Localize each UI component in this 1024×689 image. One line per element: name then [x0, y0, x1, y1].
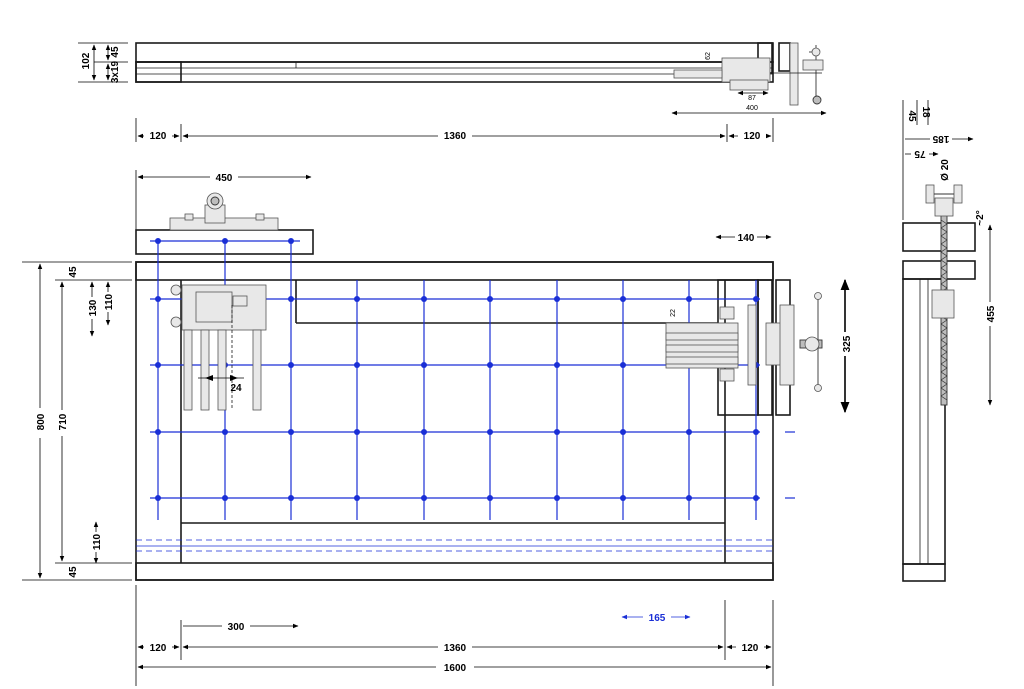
- dog-hole: [354, 495, 360, 501]
- dog-hole: [620, 495, 626, 501]
- dim-45-bottom: 45: [68, 566, 79, 578]
- top-elevation-view: 102 45 3x19 62 87 400 120 1360 120: [78, 42, 827, 142]
- dog-hole: [487, 495, 493, 501]
- dim-800: 800: [36, 413, 47, 430]
- side-foot: [902, 563, 946, 582]
- dog-hole: [155, 495, 161, 501]
- dog-hole: [620, 429, 626, 435]
- dog-hole: [753, 429, 759, 435]
- dim-130: 130: [88, 299, 99, 316]
- dim-120-left-bottom: 120: [150, 643, 167, 654]
- dog-hole: [753, 296, 759, 302]
- dim-2deg: ~2°: [975, 210, 986, 225]
- dog-hole: [554, 296, 560, 302]
- plan-view: 450 24 22 140 325 800 710 45 45 130 110 …: [22, 170, 854, 686]
- dog-hole: [753, 495, 759, 501]
- bench-top-slab: [135, 42, 774, 63]
- dim-45-side: 45: [906, 110, 917, 122]
- dim-140: 140: [738, 233, 755, 244]
- dim-75: 75: [914, 148, 926, 159]
- dim-87: 87: [748, 95, 756, 102]
- dim-110-bottom: 110: [92, 533, 103, 550]
- dim-1360: 1360: [444, 131, 467, 142]
- dim-62: 62: [705, 52, 712, 60]
- dog-hole: [354, 429, 360, 435]
- dim-165: 165: [649, 613, 666, 624]
- dog-hole: [554, 362, 560, 368]
- dog-hole: [686, 429, 692, 435]
- dog-hole: [222, 495, 228, 501]
- vise-jaw-dark: [778, 42, 791, 72]
- dog-hole: [487, 296, 493, 302]
- dog-hole: [288, 296, 294, 302]
- dog-hole: [620, 296, 626, 302]
- dim-400: 400: [746, 105, 758, 112]
- bench-back-rail: [135, 261, 774, 281]
- dog-hole: [288, 429, 294, 435]
- dog-hole: [155, 296, 161, 302]
- dog-hole: [288, 362, 294, 368]
- dim-45: 45: [110, 46, 121, 58]
- dim-300: 300: [228, 622, 245, 633]
- dim-120-right-bottom: 120: [742, 643, 759, 654]
- dog-hole: [421, 495, 427, 501]
- dim-120-right: 120: [744, 131, 761, 142]
- dog-hole: [421, 429, 427, 435]
- side-leg: [902, 278, 946, 565]
- dog-hole: [554, 429, 560, 435]
- dim-3x19: 3x19: [110, 60, 121, 83]
- side-elevation-view: 18 45 185 75 Ø 20 ~2° 455: [902, 100, 998, 582]
- side-mid-rail: [902, 260, 976, 280]
- dim-185: 185: [932, 133, 949, 144]
- dim-120-left: 120: [150, 131, 167, 142]
- dog-hole: [686, 495, 692, 501]
- dim-325: 325: [842, 335, 853, 352]
- dim-710: 710: [58, 413, 69, 430]
- dog-hole: [421, 362, 427, 368]
- dim-45-top: 45: [68, 266, 79, 278]
- side-top-slab: [902, 222, 976, 252]
- dog-hole: [222, 429, 228, 435]
- dim-110-top: 110: [104, 293, 115, 310]
- bench-front-rail: [135, 562, 774, 581]
- dim-1360-bottom: 1360: [444, 643, 467, 654]
- dog-hole: [354, 296, 360, 302]
- dog-hole: [487, 429, 493, 435]
- dog-hole: [686, 296, 692, 302]
- dim-455: 455: [986, 305, 997, 322]
- dog-hole: [554, 495, 560, 501]
- dim-450: 450: [216, 173, 233, 184]
- dim-1600: 1600: [444, 663, 467, 674]
- dim-d20: Ø 20: [940, 159, 951, 181]
- tail-vise-mechanism: 24: [170, 284, 267, 411]
- dim-102: 102: [81, 52, 92, 69]
- dog-hole: [421, 296, 427, 302]
- dog-hole: [288, 495, 294, 501]
- dim-18: 18: [920, 106, 931, 118]
- dog-hole: [354, 362, 360, 368]
- dog-hole: [155, 362, 161, 368]
- dim-24: 24: [230, 383, 242, 394]
- technical-drawing: 102 45 3x19 62 87 400 120 1360 120 450 2…: [22, 42, 998, 686]
- dog-hole: [155, 429, 161, 435]
- dog-hole: [620, 362, 626, 368]
- dog-hole: [487, 362, 493, 368]
- left-end-cap: [135, 61, 182, 83]
- dim-22: 22: [670, 309, 677, 317]
